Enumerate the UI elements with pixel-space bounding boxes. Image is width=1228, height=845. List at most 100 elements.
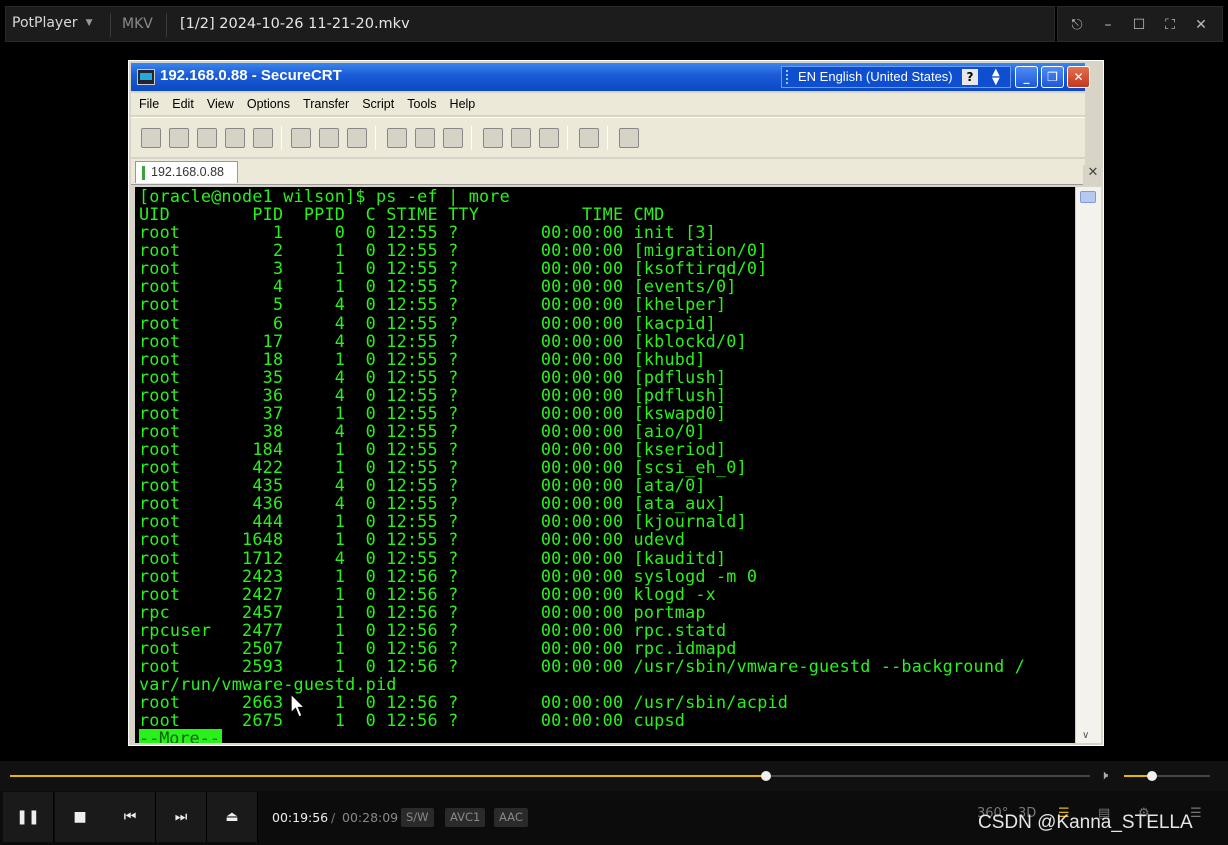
menu-file[interactable]: File bbox=[139, 97, 159, 111]
control-bar: ❚❚ ■ ⏮ ⏭ ⏏ 00:19:56 / 00:28:09 S/W AVC1 … bbox=[0, 791, 1228, 845]
pin-icon[interactable]: ⎋ bbox=[1066, 14, 1088, 36]
close-icon[interactable]: ✕ bbox=[1190, 14, 1212, 36]
minimize-icon[interactable]: _ bbox=[1015, 66, 1038, 88]
seek-handle[interactable] bbox=[761, 771, 771, 781]
reconnect-icon[interactable] bbox=[225, 128, 245, 148]
connect-icon[interactable] bbox=[141, 128, 161, 148]
securecrt-app-icon bbox=[137, 69, 155, 85]
maximize-icon[interactable]: ☐ bbox=[1128, 14, 1150, 36]
terminal-line: root 435 4 0 12:55 ? 00:00:00 [ata/0] bbox=[139, 475, 706, 496]
volume-slider[interactable] bbox=[1124, 771, 1210, 781]
session-tab[interactable]: 192.168.0.88 bbox=[135, 161, 238, 183]
terminal-line: root 2593 1 0 12:56 ? 00:00:00 /usr/sbin… bbox=[139, 656, 1026, 677]
terminal-output[interactable]: [oracle@node1 wilson]$ ps -ef | more UID … bbox=[135, 187, 1075, 743]
terminal-line: root 5 4 0 12:55 ? 00:00:00 [khelper] bbox=[139, 294, 727, 315]
terminal-line: root 1712 4 0 12:55 ? 00:00:00 [kauditd] bbox=[139, 547, 727, 568]
help-icon[interactable]: ? bbox=[962, 69, 978, 85]
global-options-icon[interactable] bbox=[511, 128, 531, 148]
language-bar[interactable]: EN English (United States) ? ▲ ▼ bbox=[781, 66, 1011, 88]
help-icon[interactable] bbox=[579, 128, 599, 148]
terminal-line: [oracle@node1 wilson]$ ps -ef | more bbox=[139, 187, 510, 206]
menu-view[interactable]: View bbox=[207, 97, 234, 111]
session-tab-label: 192.168.0.88 bbox=[151, 165, 224, 179]
terminal-line: var/run/vmware-guestd.pid bbox=[139, 674, 397, 695]
sftp-icon[interactable] bbox=[619, 128, 639, 148]
scroll-thumb[interactable] bbox=[1080, 191, 1096, 203]
video-codec-badge[interactable]: AVC1 bbox=[445, 808, 486, 827]
securecrt-title: 192.168.0.88 - SecureCRT bbox=[160, 67, 342, 84]
find-icon[interactable] bbox=[347, 128, 367, 148]
total-time: 00:28:09 bbox=[342, 810, 399, 825]
volume-icon[interactable]: 🕨 bbox=[1100, 768, 1108, 783]
menu-options[interactable]: Options bbox=[247, 97, 290, 111]
options-arrows-icon[interactable]: ▲ ▼ bbox=[992, 68, 1000, 87]
securecrt-toolbar bbox=[131, 117, 1085, 157]
print-icon[interactable] bbox=[443, 128, 463, 148]
scroll-down-icon[interactable]: ∨ bbox=[1082, 730, 1089, 741]
terminal-line: root 1648 1 0 12:55 ? 00:00:00 udevd bbox=[139, 529, 686, 550]
menu-tools[interactable]: Tools bbox=[407, 97, 436, 111]
stop-icon: ■ bbox=[73, 809, 87, 825]
menu-script[interactable]: Script bbox=[362, 97, 394, 111]
app-name: PotPlayer bbox=[12, 15, 78, 31]
terminal-line: root 422 1 0 12:55 ? 00:00:00 [scsi_eh_0… bbox=[139, 457, 747, 478]
terminal-line: root 2427 1 0 12:56 ? 00:00:00 klogd -x bbox=[139, 583, 716, 604]
decoder-badge[interactable]: S/W bbox=[401, 808, 434, 827]
previous-button[interactable]: ⏮ bbox=[105, 792, 156, 842]
copy-icon[interactable] bbox=[291, 128, 311, 148]
minimize-icon[interactable]: – bbox=[1097, 14, 1119, 36]
tab-close-icon[interactable]: ✕ bbox=[1083, 165, 1103, 185]
terminal-line: root 2675 1 0 12:56 ? 00:00:00 cupsd bbox=[139, 710, 686, 731]
language-label: EN English (United States) bbox=[798, 69, 953, 84]
pause-button[interactable]: ❚❚ bbox=[3, 792, 54, 842]
disconnect-icon[interactable] bbox=[253, 128, 273, 148]
terminal-line: UID PID PPID C STIME TTY TIME CMD bbox=[139, 204, 665, 225]
quick-connect-icon[interactable] bbox=[169, 128, 189, 148]
terminal-line: root 3 1 0 12:55 ? 00:00:00 [ksoftirqd/0… bbox=[139, 258, 768, 279]
previous-icon: ⏮ bbox=[123, 809, 137, 825]
terminal-line: root 2663 1 0 12:56 ? 00:00:00 /usr/sbin… bbox=[139, 692, 789, 713]
securecrt-window: 192.168.0.88 - SecureCRT EN English (Uni… bbox=[128, 60, 1104, 746]
session-tab-bar: 192.168.0.88 bbox=[131, 159, 1085, 185]
app-menu-button[interactable]: PotPlayer ▼ bbox=[12, 15, 93, 31]
eject-icon: ⏏ bbox=[225, 809, 239, 825]
terminal-line: root 38 4 0 12:55 ? 00:00:00 [aio/0] bbox=[139, 421, 706, 442]
mouse-pointer-icon bbox=[290, 693, 306, 718]
terminal-line: root 2 1 0 12:55 ? 00:00:00 [migration/0… bbox=[139, 240, 768, 261]
divider bbox=[166, 13, 167, 37]
fullscreen-icon[interactable]: ⛶ bbox=[1159, 14, 1181, 36]
volume-handle[interactable] bbox=[1146, 771, 1157, 781]
menu-edit[interactable]: Edit bbox=[172, 97, 194, 111]
stop-button[interactable]: ■ bbox=[55, 792, 106, 842]
terminal-line: root 184 1 0 12:55 ? 00:00:00 [kseriod] bbox=[139, 439, 727, 460]
video-area[interactable]: 192.168.0.88 - SecureCRT EN English (Uni… bbox=[0, 48, 1228, 761]
divider bbox=[281, 126, 282, 150]
close-icon[interactable]: ✕ bbox=[1067, 66, 1090, 88]
print-screen-icon[interactable] bbox=[387, 128, 407, 148]
next-button[interactable]: ⏭ bbox=[156, 792, 207, 842]
terminal-line: root 37 1 0 12:55 ? 00:00:00 [kswapd0] bbox=[139, 402, 727, 423]
paste-icon[interactable] bbox=[319, 128, 339, 148]
terminal-line: root 35 4 0 12:55 ? 00:00:00 [pdflush] bbox=[139, 366, 727, 387]
grip-icon bbox=[786, 70, 790, 84]
restore-icon[interactable]: ❐ bbox=[1041, 66, 1064, 88]
connect-tab-icon[interactable] bbox=[197, 128, 217, 148]
divider bbox=[607, 126, 608, 150]
menu-help[interactable]: Help bbox=[450, 97, 476, 111]
next-icon: ⏭ bbox=[174, 809, 188, 825]
terminal-line: root 36 4 0 12:55 ? 00:00:00 [pdflush] bbox=[139, 384, 727, 405]
divider bbox=[471, 126, 472, 150]
open-button[interactable]: ⏏ bbox=[207, 792, 258, 842]
keymap-icon[interactable] bbox=[539, 128, 559, 148]
menu-transfer[interactable]: Transfer bbox=[303, 97, 349, 111]
player-title-bar: PotPlayer ▼ MKV [1/2] 2024-10-26 11-21-2… bbox=[0, 0, 1228, 48]
connected-status-icon bbox=[142, 166, 145, 180]
audio-codec-badge[interactable]: AAC bbox=[494, 808, 528, 827]
print-selection-icon[interactable] bbox=[415, 128, 435, 148]
terminal-lines: [oracle@node1 wilson]$ ps -ef | more UID … bbox=[139, 187, 1075, 729]
session-options-icon[interactable] bbox=[483, 128, 503, 148]
time-separator: / bbox=[331, 810, 336, 825]
seek-bar[interactable] bbox=[10, 771, 1090, 781]
terminal-scrollbar[interactable]: ∨ bbox=[1075, 187, 1101, 743]
terminal-line: root 4 1 0 12:55 ? 00:00:00 [events/0] bbox=[139, 276, 737, 297]
